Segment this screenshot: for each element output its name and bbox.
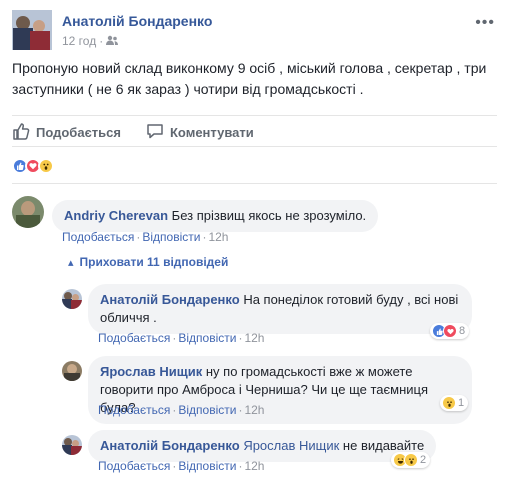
commenter-avatar[interactable] (12, 196, 44, 228)
comment-author[interactable]: Andriy Cherevan (64, 208, 168, 223)
wow-icon (38, 158, 54, 174)
friends-icon (106, 34, 119, 48)
arrow-up-icon: ▴ (68, 256, 74, 269)
post-author-name[interactable]: Анатолій Бондаренко (62, 13, 212, 29)
reply-time[interactable]: 12h (244, 459, 264, 473)
reply-reply-link[interactable]: Відповісти (178, 459, 236, 473)
reply-like-link[interactable]: Подобається (98, 331, 170, 345)
reply-like-link[interactable]: Подобається (98, 459, 170, 473)
comment-reply-link[interactable]: Відповісти (142, 230, 200, 244)
reply-avatar[interactable] (62, 435, 82, 455)
hide-replies-link[interactable]: ▴ Приховати 11 відповідей (68, 255, 228, 269)
reply-author[interactable]: Анатолій Бондаренко (100, 292, 240, 307)
love-icon (443, 324, 457, 338)
reply-reply-link[interactable]: Відповісти (178, 403, 236, 417)
like-button[interactable]: Подобається (12, 122, 121, 143)
comment-actions: Подобається · Відповісти · 12h (62, 230, 229, 244)
reply-author[interactable]: Анатолій Бондаренко (100, 438, 240, 453)
reply-avatar[interactable] (62, 361, 82, 381)
post-time[interactable]: 12 год (62, 34, 96, 48)
reply-time[interactable]: 12h (244, 403, 264, 417)
reply-actions: Подобається · Відповісти · 12h (98, 403, 265, 417)
comment-icon (146, 122, 170, 143)
reply-reply-link[interactable]: Відповісти (178, 331, 236, 345)
reply-bubble: Анатолій Бондаренко На понеділок готовий… (88, 284, 472, 334)
post-meta: 12 год · (62, 34, 119, 48)
reply-reactions[interactable]: 1 (440, 395, 469, 411)
like-label: Подобається (36, 125, 121, 140)
post-text: Пропоную новий склад виконкому 9 осіб , … (12, 60, 487, 97)
more-options-icon[interactable]: ••• (475, 14, 495, 32)
wow-icon (442, 396, 456, 410)
reply-reactions[interactable]: 2 (391, 452, 431, 468)
reply-avatar[interactable] (62, 289, 82, 309)
comment-label: Коментувати (170, 125, 254, 140)
reply-like-link[interactable]: Подобається (98, 403, 170, 417)
post-actions-bar: Подобається Коментувати (12, 115, 497, 147)
reaction-count: 8 (459, 325, 466, 337)
reply-actions: Подобається · Відповісти · 12h (98, 459, 265, 473)
comment-bubble: Andriy Cherevan Без прізвищ якось не зро… (52, 200, 379, 232)
hide-replies-label: Приховати 11 відповідей (79, 255, 229, 269)
post-header: Анатолій Бондаренко 12 год · ••• (12, 10, 497, 52)
reply-author[interactable]: Ярослав Нищик (100, 364, 202, 379)
reply-reactions[interactable]: 8 (430, 323, 470, 339)
comment-like-link[interactable]: Подобається (62, 230, 134, 244)
reply-time[interactable]: 12h (244, 331, 264, 345)
mention-tag[interactable]: Ярослав Нищик (243, 438, 339, 453)
reaction-count: 2 (420, 454, 427, 466)
post-reactions[interactable] (12, 158, 54, 174)
reaction-count: 1 (458, 397, 465, 409)
comment-button[interactable]: Коментувати (146, 122, 254, 143)
thumbs-up-icon (12, 122, 36, 143)
reply-text: не видавайте (342, 438, 425, 453)
wow-icon (404, 453, 418, 467)
comment-time[interactable]: 12h (208, 230, 228, 244)
reply-actions: Подобається · Відповісти · 12h (98, 331, 265, 345)
author-avatar[interactable] (12, 10, 52, 50)
comment-text: Без прізвищ якось не зрозуміло. (171, 208, 367, 223)
reply-bubble: Анатолій Бондаренко Ярослав Нищик не вид… (88, 430, 437, 462)
comments-divider (12, 183, 497, 184)
